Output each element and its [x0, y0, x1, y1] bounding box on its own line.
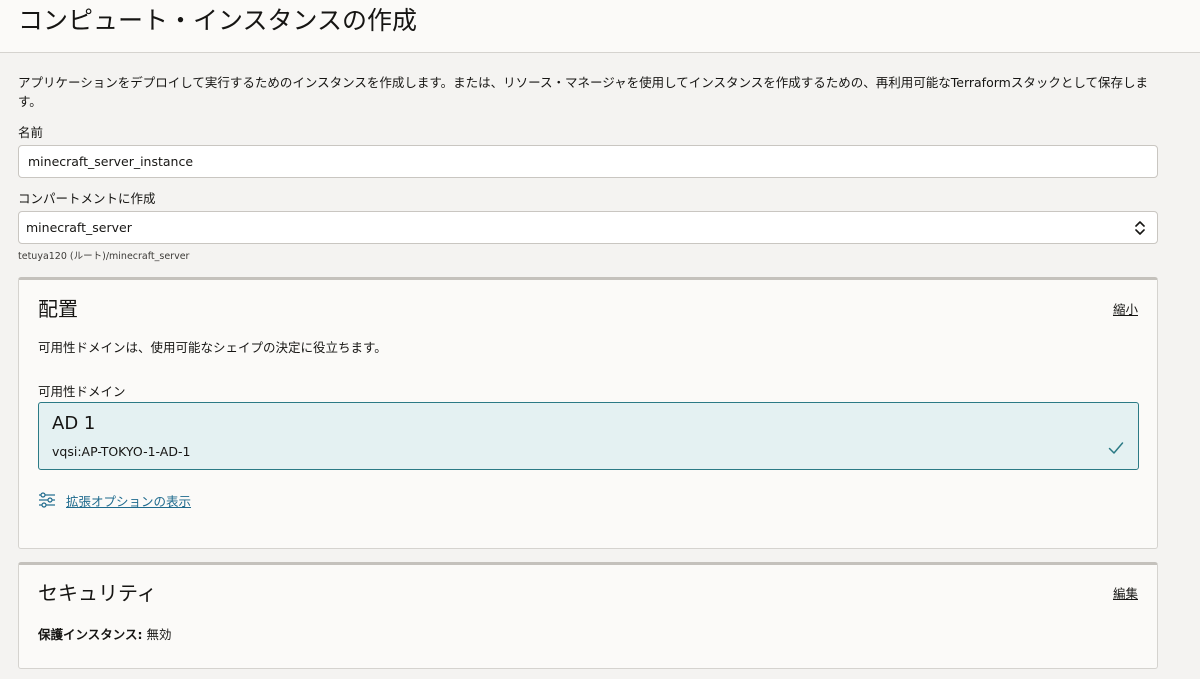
compartment-select[interactable]: minecraft_server — [18, 211, 1158, 244]
ad-name: AD 1 — [52, 413, 96, 434]
security-title: セキュリティ — [38, 581, 157, 605]
chevron-up-down-icon — [1135, 221, 1145, 235]
security-card: セキュリティ 編集 保護インスタンス: 無効 — [18, 562, 1158, 669]
placement-title: 配置 — [38, 297, 78, 321]
availability-domain-tile[interactable]: AD 1 vqsi:AP-TOKYO-1-AD-1 — [38, 402, 1139, 470]
ad-id: vqsi:AP-TOKYO-1-AD-1 — [52, 444, 191, 459]
page-title: コンピュート・インスタンスの作成 — [18, 6, 418, 35]
compartment-label: コンパートメントに作成 — [18, 191, 156, 206]
advanced-options-link[interactable]: 拡張オプションの表示 — [38, 490, 191, 510]
compartment-select-value: minecraft_server — [26, 220, 132, 235]
compartment-path: tetuya120 (ルート)/minecraft_server — [18, 251, 190, 262]
shielded-instance-value: 無効 — [146, 627, 172, 642]
collapse-link[interactable]: 縮小 — [1113, 302, 1138, 318]
edit-link[interactable]: 編集 — [1113, 586, 1138, 602]
name-input[interactable] — [18, 145, 1158, 178]
sliders-icon — [39, 492, 55, 508]
check-icon — [1108, 442, 1124, 454]
page-description: アプリケーションをデプロイして実行するためのインスタンスを作成します。または、リ… — [18, 75, 1148, 109]
availability-domain-label: 可用性ドメイン — [38, 384, 126, 399]
placement-card: 配置 縮小 可用性ドメインは、使用可能なシェイプの決定に役立ちます。 可用性ドメ… — [18, 277, 1158, 549]
placement-description: 可用性ドメインは、使用可能なシェイプの決定に役立ちます。 — [38, 340, 387, 355]
shielded-instance-label: 保護インスタンス: — [38, 627, 143, 642]
shielded-instance-row: 保護インスタンス: 無効 — [38, 627, 172, 643]
advanced-options-label: 拡張オプションの表示 — [66, 493, 192, 509]
page-header: コンピュート・インスタンスの作成 — [0, 0, 1200, 53]
name-label: 名前 — [18, 125, 44, 140]
